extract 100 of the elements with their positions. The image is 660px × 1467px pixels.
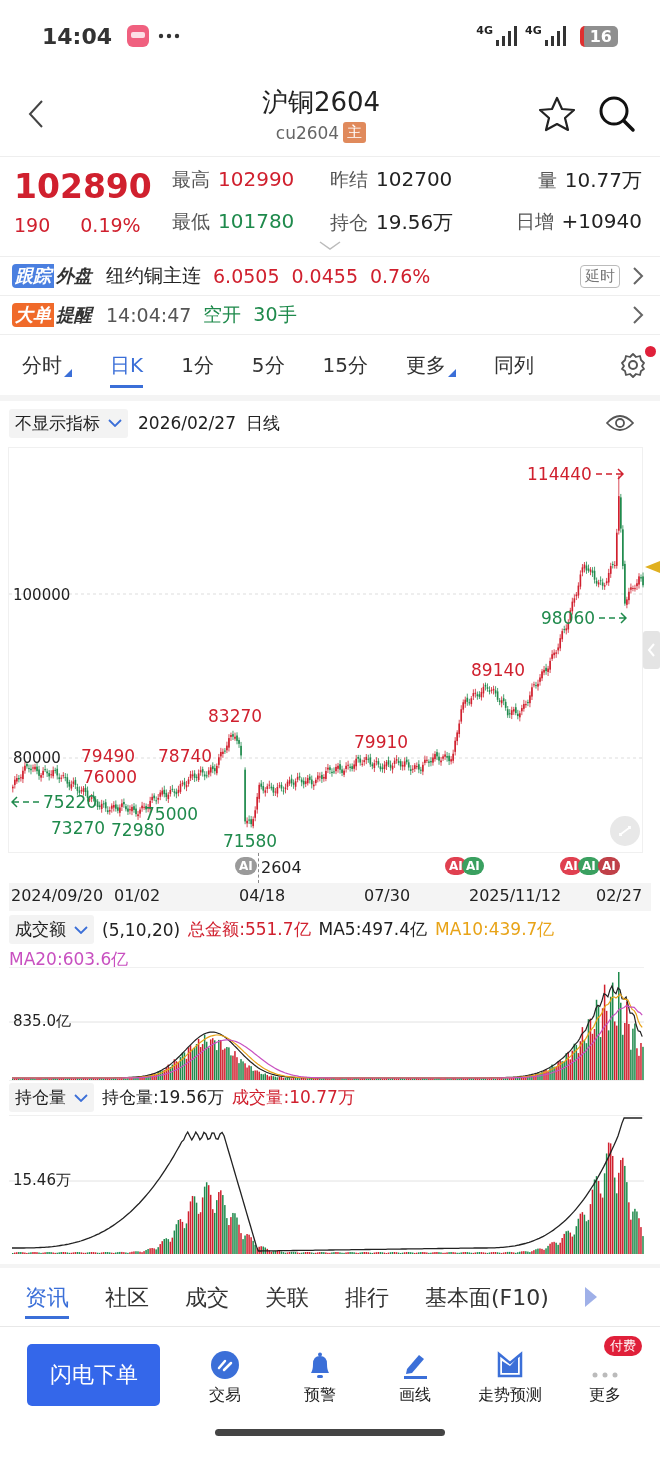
stat-label: 日增 (515, 208, 554, 234)
toolbar-action[interactable]: 预警 (300, 1351, 341, 1406)
back-icon[interactable] (28, 99, 44, 129)
section-tab[interactable]: 社区 (105, 1275, 149, 1319)
network-label: 4G (476, 24, 494, 37)
quick-order-button[interactable]: 闪电下单 (27, 1344, 160, 1406)
stat-label: 最高 (172, 167, 210, 192)
legend-value: MA5:497.4亿 (318, 918, 428, 941)
indicator-dropdown[interactable]: 持仓量 (9, 1083, 94, 1112)
period-tab[interactable]: 15分 (322, 341, 369, 389)
axis-label: 100000 (13, 586, 71, 604)
price-annotation: 79490 (81, 746, 136, 766)
battery-indicator: 16 (579, 25, 618, 47)
network-label: 4G (525, 24, 542, 37)
legend-value: 持仓量:19.56万 (102, 1086, 225, 1109)
more-icon (590, 1371, 619, 1379)
price-annotation: 76000 (83, 767, 138, 787)
price-annotation: 83270 (208, 706, 263, 726)
foreign-contract-name: 纽约铜主连 (106, 263, 201, 288)
dropdown-triangle-icon (448, 368, 457, 377)
legend-value: 总金额:551.7亿 (188, 918, 311, 941)
trade-icon (211, 1351, 240, 1379)
price-change: 190 (14, 214, 51, 236)
date-label: 01/02 (114, 886, 161, 905)
delay-badge: 延时 (580, 264, 620, 288)
date-label: 04/18 (239, 886, 286, 905)
stat-value: +10940 (561, 208, 642, 233)
chevron-right-icon[interactable] (632, 266, 644, 286)
date-label: 2025/11/12 (469, 886, 562, 905)
price-annotation: 78740 (158, 746, 213, 766)
stat-value: 102990 (218, 167, 295, 191)
toolbar-action[interactable]: 走势预测 (473, 1351, 546, 1406)
indicator-dropdown[interactable]: 不显示指标 (9, 408, 128, 438)
section-tab[interactable]: 排行 (345, 1275, 389, 1319)
tag-label: 跟踪 外盘 (12, 264, 94, 288)
legend-value: 成交量:10.77万 (232, 1086, 355, 1109)
order-quantity: 30手 (253, 302, 297, 327)
contract-switch-label: 2604 (261, 858, 302, 877)
search-icon[interactable] (598, 95, 636, 133)
more-icon (158, 33, 181, 39)
ai-marker[interactable]: AI (560, 857, 582, 875)
toolbar-action[interactable]: 更多 (584, 1371, 625, 1406)
period-tab[interactable]: 更多 (406, 341, 457, 389)
change-percent: 0.19% (80, 214, 141, 236)
price-annotation: 79910 (354, 732, 409, 752)
date-label: 07/30 (364, 886, 411, 905)
main-contract-badge: 主 (343, 122, 367, 143)
eye-icon[interactable] (606, 414, 634, 432)
section-tab[interactable]: 关联 (265, 1275, 309, 1319)
current-price-marker-icon (645, 561, 660, 573)
app-icon (126, 24, 151, 48)
date-label: 02/27 (596, 886, 643, 905)
stat-label: 昨结 (330, 167, 368, 192)
settings-icon[interactable] (620, 352, 646, 378)
ai-marker[interactable]: AI (598, 857, 620, 875)
last-price: 102890 (14, 167, 153, 206)
stat-value: 102700 (376, 167, 453, 191)
status-time: 14:04 (42, 23, 113, 49)
price-annotation: 71580 (223, 831, 278, 851)
date-label: 2024/09/20 (11, 886, 104, 905)
stat-value: 101780 (218, 208, 295, 233)
dropdown-triangle-icon (64, 368, 72, 377)
period-tab[interactable]: 同列 (494, 341, 535, 389)
period-tab[interactable]: 分时 (22, 341, 72, 389)
price-annotation: 73270 (51, 818, 106, 838)
star-icon[interactable] (538, 96, 576, 132)
stat-label: 最低 (172, 208, 210, 234)
contract-code: cu2604 (275, 122, 340, 143)
period-tab[interactable]: 日K (110, 342, 144, 388)
stat-label: 量 (537, 168, 557, 193)
stat-label: 持仓 (330, 209, 368, 235)
foreign-quote-value: 0.0455 (291, 265, 358, 287)
tag-label: 大单 提醒 (12, 303, 94, 327)
stat-value: 10.77万 (564, 167, 642, 194)
indicator-dropdown[interactable]: 成交额 (9, 915, 94, 944)
order-time: 14:04:47 (106, 304, 192, 326)
axis-label: 80000 (13, 749, 61, 767)
price-annotation: 114440 (527, 464, 592, 484)
section-tab[interactable]: 基本面(F10) (425, 1275, 549, 1319)
caret-icon (74, 1093, 88, 1102)
chart-period: 日线 (246, 411, 280, 435)
order-action: 空开 (203, 302, 242, 327)
caret-icon (108, 419, 122, 427)
legend-value: MA10:439.7亿 (435, 918, 555, 941)
foreign-quote-value: 6.0505 (213, 265, 280, 287)
toolbar-action[interactable]: 画线 (395, 1351, 435, 1406)
paid-badge: 付费 (604, 1336, 642, 1356)
section-tab[interactable]: 资讯 (25, 1275, 69, 1319)
axis-label: 15.46万 (13, 1171, 71, 1189)
stat-value: 19.56万 (376, 208, 454, 236)
chart-book-icon (495, 1351, 524, 1379)
period-tab[interactable]: 1分 (181, 341, 214, 389)
section-tab[interactable]: 成交 (185, 1275, 229, 1319)
toolbar-action[interactable]: 交易 (205, 1351, 246, 1406)
page-title: 沪铜2604 (261, 86, 381, 119)
caret-icon (74, 925, 88, 934)
period-tab[interactable]: 5分 (251, 341, 285, 389)
chevron-right-icon[interactable] (632, 305, 644, 325)
axis-label: 835.0亿 (13, 1012, 71, 1030)
indicator-params: (5,10,20) (102, 919, 181, 940)
